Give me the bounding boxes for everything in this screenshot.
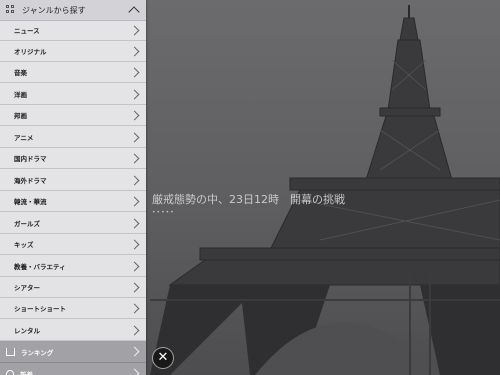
chevron-right-icon: [129, 346, 140, 357]
chevron-right-icon: [129, 67, 140, 77]
menu-item-label: ショートショート: [14, 305, 66, 313]
chevron-right-icon: [129, 261, 140, 271]
menu-item-original[interactable]: オリジナル: [0, 41, 146, 62]
menu-item-label: 教養・バラエティ: [14, 263, 66, 271]
menu-item-label: ニュース: [14, 27, 40, 35]
genre-section-label: ジャンルから探す: [22, 5, 86, 15]
menu-item-label: 韓流・華流: [14, 198, 47, 206]
chevron-right-icon: [129, 196, 140, 206]
menu-item-short-short[interactable]: ショートショート: [0, 298, 146, 319]
chevron-right-icon: [129, 325, 140, 335]
menu-item-ranking[interactable]: ランキング: [0, 341, 146, 363]
menu-item-rental[interactable]: レンタル: [0, 320, 146, 341]
menu-item-label: 新着: [20, 370, 33, 375]
menu-item-domestic-drama[interactable]: 国内ドラマ: [0, 148, 146, 169]
menu-item-music[interactable]: 音楽: [0, 62, 146, 83]
hero-caption[interactable]: 厳戒態勢の中、23日12時 開幕の挑戦 •••••: [152, 186, 452, 216]
chevron-right-icon: [129, 89, 140, 99]
menu-item-label: 国内ドラマ: [14, 155, 47, 163]
chevron-right-icon: [129, 303, 140, 313]
new-icon: [6, 369, 14, 375]
menu-item-label: オリジナル: [14, 48, 47, 56]
menu-item-korean-chinese[interactable]: 韓流・華流: [0, 191, 146, 212]
menu-item-foreign-movies[interactable]: 洋画: [0, 84, 146, 105]
menu-item-overseas-drama[interactable]: 海外ドラマ: [0, 170, 146, 191]
menu-item-girls[interactable]: ガールズ: [0, 213, 146, 234]
menu-item-label: レンタル: [14, 327, 40, 335]
chevron-up-icon: [128, 6, 140, 18]
menu-item-label: 邦画: [14, 112, 27, 120]
side-menu: ジャンルから探す ニュース オリジナル 音楽 洋画 邦画 アニメ 国内ドラマ 海…: [0, 0, 146, 375]
menu-item-label: シアター: [14, 284, 40, 292]
chevron-right-icon: [129, 282, 140, 292]
menu-item-theater[interactable]: シアター: [0, 277, 146, 298]
close-menu-button[interactable]: ✕: [152, 347, 174, 369]
chevron-right-icon: [129, 175, 140, 185]
menu-item-anime[interactable]: アニメ: [0, 127, 146, 148]
chevron-right-icon: [129, 46, 140, 56]
menu-item-label: アニメ: [14, 134, 34, 142]
hero-page-dots: •••••: [152, 209, 175, 216]
menu-item-label: キッズ: [14, 241, 34, 249]
menu-item-label: ガールズ: [14, 220, 40, 228]
chevron-right-icon: [129, 239, 140, 249]
chevron-right-icon: [129, 368, 140, 375]
chevron-right-icon: [129, 218, 140, 228]
menu-item-label: 音楽: [14, 69, 27, 77]
menu-item-news[interactable]: ニュース: [0, 20, 146, 41]
menu-item-label: ランキング: [21, 348, 54, 357]
chevron-right-icon: [129, 153, 140, 163]
menu-item-label: 洋画: [14, 91, 27, 99]
chevron-right-icon: [129, 132, 140, 142]
grid-icon: [6, 5, 16, 15]
menu-item-japanese-movies[interactable]: 邦画: [0, 105, 146, 126]
menu-item-education-variety[interactable]: 教養・バラエティ: [0, 256, 146, 277]
crown-icon: [6, 347, 15, 356]
genre-section-header[interactable]: ジャンルから探す: [0, 0, 146, 21]
chevron-right-icon: [129, 25, 140, 35]
menu-item-kids[interactable]: キッズ: [0, 234, 146, 255]
hero-title: 厳戒態勢の中、23日12時 開幕の挑戦: [152, 193, 345, 206]
chevron-right-icon: [129, 110, 140, 120]
menu-item-new[interactable]: 新着: [0, 363, 146, 375]
menu-item-label: 海外ドラマ: [14, 177, 47, 185]
